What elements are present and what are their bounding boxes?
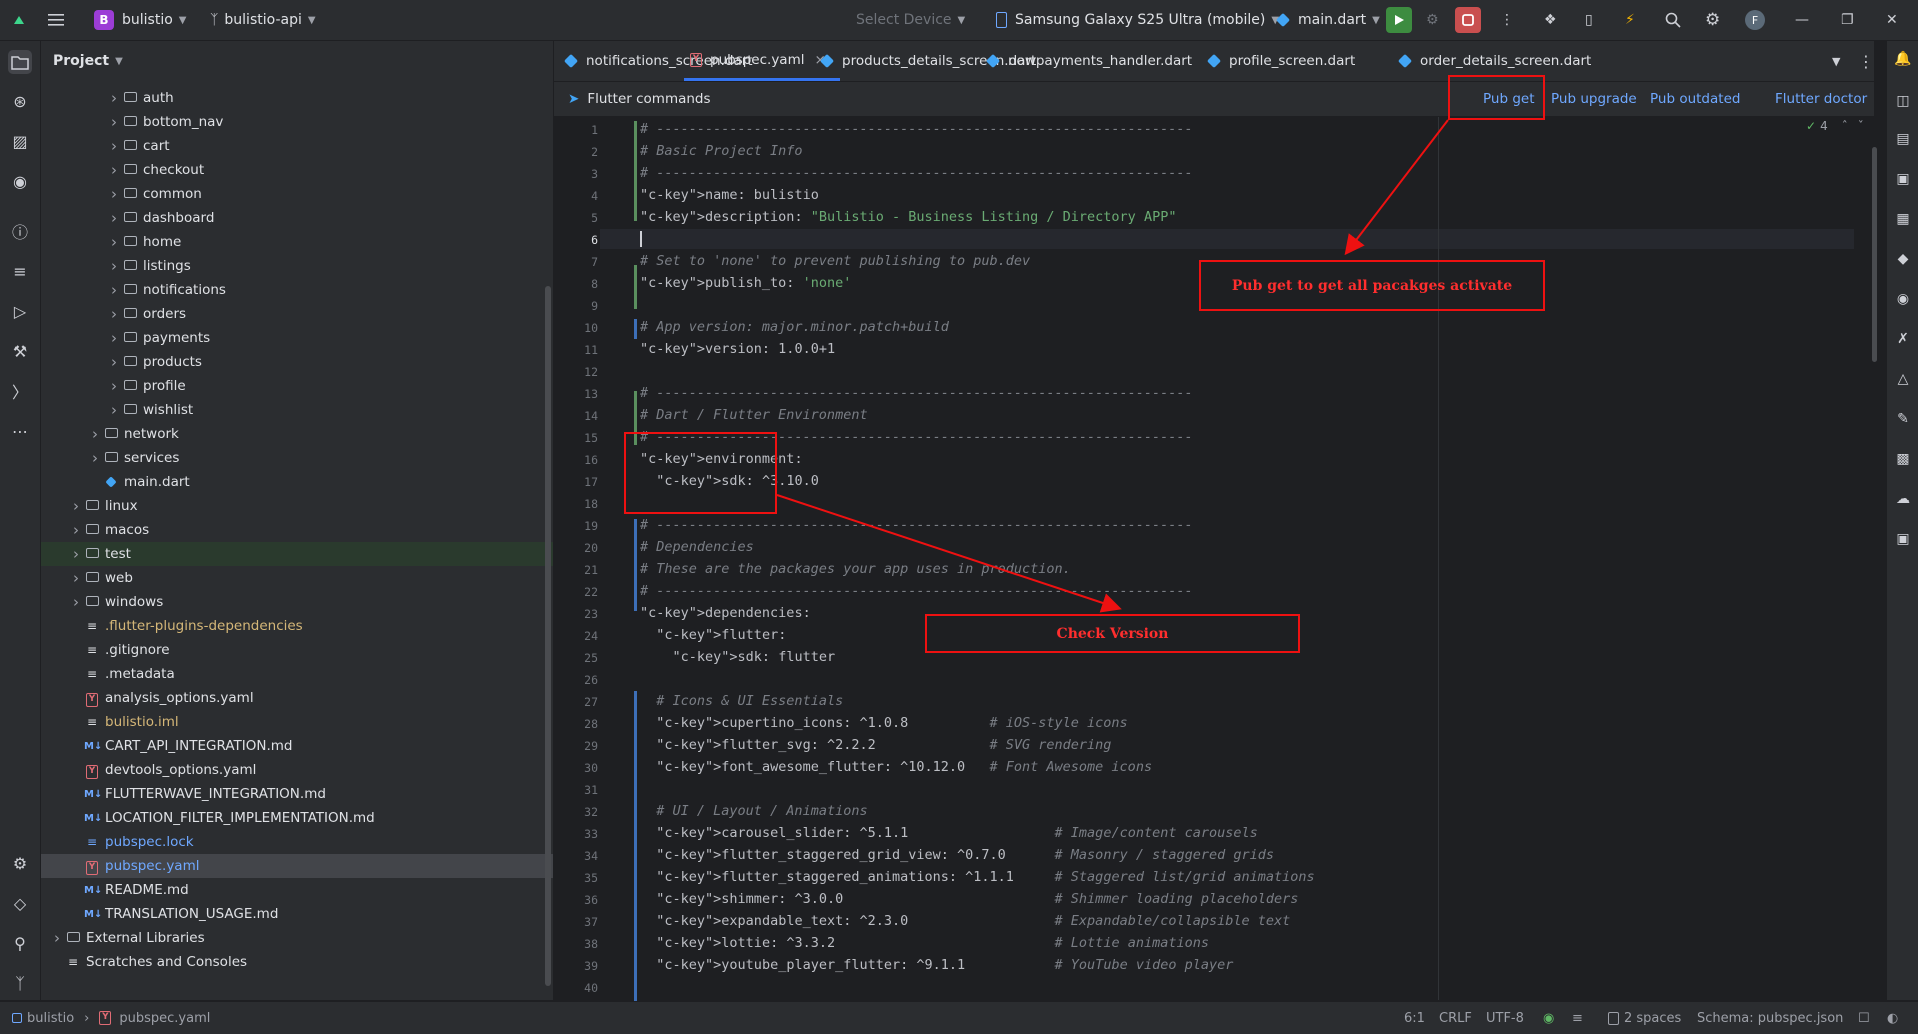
status-bar: bulistio › Y pubspec.yaml 6:1 CRLF UTF-8… bbox=[0, 1001, 1918, 1034]
gemini-icon[interactable]: ◆ bbox=[1893, 249, 1913, 269]
breadcrumb-project[interactable]: bulistio bbox=[27, 1011, 74, 1026]
indent-icon bbox=[1608, 1011, 1619, 1025]
indent-setting[interactable]: 2 spaces bbox=[1608, 1002, 1681, 1034]
copilot-icon[interactable]: ◉ bbox=[1893, 289, 1913, 309]
edit-icon[interactable]: ✎ bbox=[1893, 409, 1913, 429]
schema-selector[interactable]: Schema: pubspec.json bbox=[1697, 1002, 1843, 1034]
module-icon bbox=[12, 1013, 22, 1023]
emulator-icon[interactable]: ▦ bbox=[1893, 209, 1913, 229]
layout-inspector-icon[interactable]: △ bbox=[1893, 369, 1913, 389]
tools-icon[interactable]: ✗ bbox=[1893, 329, 1913, 349]
annotation-arrows bbox=[776, 119, 1449, 613]
yaml-icon: Y bbox=[99, 1011, 112, 1025]
line-separator[interactable]: CRLF bbox=[1439, 1002, 1472, 1034]
memory-icon[interactable]: ◐ bbox=[1887, 1002, 1898, 1034]
format-icon[interactable]: ≡ bbox=[1572, 1002, 1583, 1034]
running-devices-icon[interactable]: ▣ bbox=[1893, 169, 1913, 189]
inspect-icon[interactable]: ▣ bbox=[1893, 529, 1913, 549]
cloud-icon[interactable]: ☁ bbox=[1893, 489, 1913, 509]
right-tool-strip: 🔔 ◫ ▤ ▣ ▦ ◆ ◉ ✗ △ ✎ ▩ ☁ ▣ bbox=[1886, 41, 1918, 1000]
file-encoding[interactable]: UTF-8 bbox=[1486, 1002, 1524, 1034]
indent-label: 2 spaces bbox=[1624, 1010, 1682, 1026]
check-version-arrow bbox=[776, 494, 1122, 613]
device-file-explorer-icon[interactable]: ▤ bbox=[1893, 129, 1913, 149]
pub-get-arrow bbox=[1344, 119, 1449, 256]
device-manager-icon[interactable]: ▩ bbox=[1893, 449, 1913, 469]
notifications-icon[interactable]: 🔔 bbox=[1893, 49, 1913, 69]
cursor-position[interactable]: 6:1 bbox=[1404, 1002, 1425, 1034]
breadcrumb: bulistio › Y pubspec.yaml bbox=[12, 1002, 210, 1034]
gradle-icon[interactable]: ◫ bbox=[1893, 91, 1913, 111]
breadcrumb-file[interactable]: pubspec.yaml bbox=[119, 1011, 210, 1026]
lock-icon[interactable]: ☐ bbox=[1858, 1002, 1870, 1034]
inspections-icon[interactable]: ◉ bbox=[1543, 1002, 1554, 1034]
chevron-right-icon: › bbox=[84, 1010, 90, 1026]
